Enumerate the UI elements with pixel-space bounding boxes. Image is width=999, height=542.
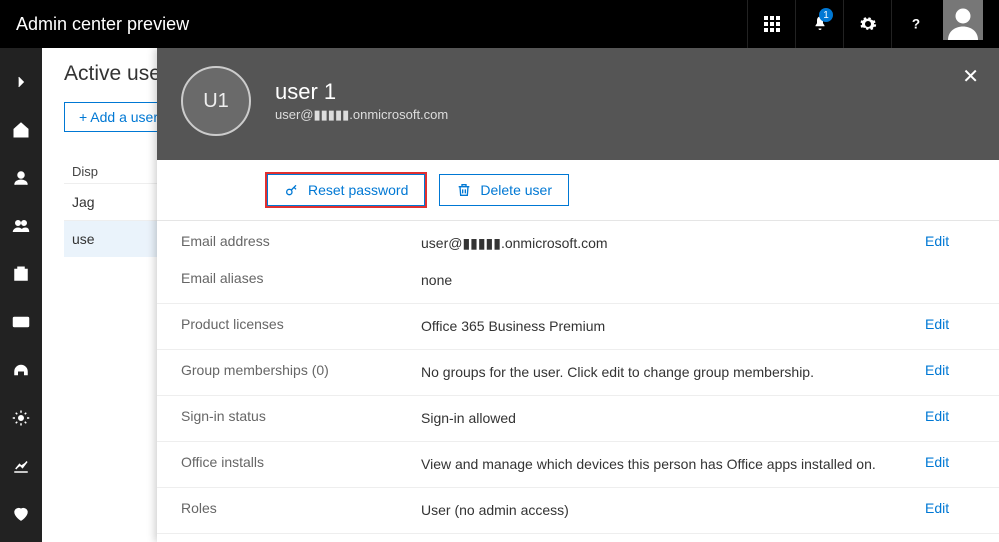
- detail-row-signin: Sign-in status Sign-in allowed Edit: [157, 396, 999, 442]
- user-detail-panel: U1 user 1 user@▮▮▮▮▮.onmicrosoft.com ✕ R…: [157, 48, 999, 542]
- panel-header: U1 user 1 user@▮▮▮▮▮.onmicrosoft.com ✕: [157, 48, 999, 160]
- app-title: Admin center preview: [16, 14, 747, 35]
- detail-value: User (no admin access): [421, 500, 925, 521]
- detail-row-aliases: Email aliases none: [157, 258, 999, 304]
- support-icon[interactable]: [0, 346, 42, 394]
- health-icon[interactable]: [0, 490, 42, 538]
- detail-value: View and manage which devices this perso…: [421, 454, 925, 475]
- expand-icon[interactable]: [0, 58, 42, 106]
- edit-link[interactable]: Edit: [925, 500, 975, 516]
- delete-user-button[interactable]: Delete user: [439, 174, 569, 206]
- detail-value: No groups for the user. Click edit to ch…: [421, 362, 925, 383]
- user-icon[interactable]: [0, 154, 42, 202]
- panel-body: Email address user@▮▮▮▮▮.onmicrosoft.com…: [157, 221, 999, 542]
- reset-password-label: Reset password: [308, 182, 408, 198]
- user-initials-avatar: U1: [181, 66, 251, 136]
- topbar: Admin center preview 1 ?: [0, 0, 999, 48]
- edit-link[interactable]: Edit: [925, 362, 975, 378]
- detail-value: none: [421, 270, 925, 291]
- detail-label: Sign-in status: [181, 408, 421, 424]
- detail-label: Group memberships (0): [181, 362, 421, 378]
- edit-link[interactable]: Edit: [925, 233, 975, 249]
- edit-link[interactable]: Edit: [925, 454, 975, 470]
- detail-value: Sign-in allowed: [421, 408, 925, 429]
- close-icon[interactable]: ✕: [962, 64, 979, 89]
- edit-link[interactable]: Edit: [925, 408, 975, 424]
- notification-badge: 1: [819, 8, 833, 22]
- detail-value: Office 365 Business Premium: [421, 316, 925, 337]
- sidebar: [0, 48, 42, 542]
- settings-icon[interactable]: [0, 394, 42, 442]
- trash-icon: [456, 182, 472, 198]
- billing-icon[interactable]: [0, 298, 42, 346]
- reset-password-button[interactable]: Reset password: [267, 174, 425, 206]
- detail-label: Roles: [181, 500, 421, 516]
- detail-row-email: Email address user@▮▮▮▮▮.onmicrosoft.com…: [157, 221, 999, 258]
- detail-label: Email address: [181, 233, 421, 249]
- detail-row-roles: Roles User (no admin access) Edit: [157, 488, 999, 534]
- reports-icon[interactable]: [0, 442, 42, 490]
- detail-row-licenses: Product licenses Office 365 Business Pre…: [157, 304, 999, 350]
- apps-icon[interactable]: [747, 0, 795, 48]
- detail-label: Product licenses: [181, 316, 421, 332]
- svg-text:?: ?: [911, 17, 919, 32]
- notifications-icon[interactable]: 1: [795, 0, 843, 48]
- groups-icon[interactable]: [0, 202, 42, 250]
- gear-icon[interactable]: [843, 0, 891, 48]
- edit-link[interactable]: Edit: [925, 316, 975, 332]
- detail-row-groups: Group memberships (0) No groups for the …: [157, 350, 999, 396]
- detail-value: user@▮▮▮▮▮.onmicrosoft.com: [421, 233, 925, 254]
- delete-user-label: Delete user: [480, 182, 552, 198]
- user-avatar-icon[interactable]: [943, 0, 983, 40]
- detail-label: Email aliases: [181, 270, 421, 286]
- detail-row-office: Office installs View and manage which de…: [157, 442, 999, 488]
- user-display-name: user 1: [275, 79, 448, 105]
- key-icon: [284, 182, 300, 198]
- user-email: user@▮▮▮▮▮.onmicrosoft.com: [275, 107, 448, 123]
- resources-icon[interactable]: [0, 250, 42, 298]
- detail-label: Office installs: [181, 454, 421, 470]
- help-icon[interactable]: ?: [891, 0, 939, 48]
- user-identity: user 1 user@▮▮▮▮▮.onmicrosoft.com: [275, 79, 448, 123]
- home-icon[interactable]: [0, 106, 42, 154]
- topbar-actions: 1 ?: [747, 0, 983, 48]
- panel-actions: Reset password Delete user: [157, 160, 999, 221]
